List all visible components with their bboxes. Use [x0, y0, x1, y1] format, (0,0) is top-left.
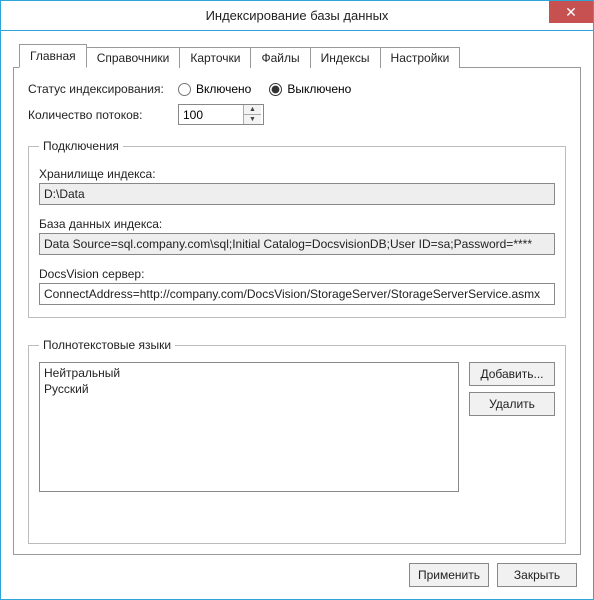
tab-indexes[interactable]: Индексы — [310, 47, 381, 68]
close-icon: ✕ — [565, 5, 577, 19]
tab-settings[interactable]: Настройки — [380, 47, 461, 68]
apply-button[interactable]: Применить — [409, 563, 489, 587]
storage-label: Хранилище индекса: — [39, 167, 555, 181]
status-enabled-radio[interactable] — [178, 83, 191, 96]
tab-page-main: Статус индексирования: Включено Выключен… — [13, 67, 581, 555]
threads-down-icon[interactable]: ▼ — [244, 115, 261, 124]
status-radios: Включено Выключено — [178, 82, 351, 96]
remove-language-button[interactable]: Удалить — [469, 392, 555, 416]
languages-buttons: Добавить... Удалить — [469, 362, 555, 492]
close-button[interactable]: ✕ — [549, 1, 593, 23]
tab-directories[interactable]: Справочники — [86, 47, 181, 68]
threads-up-icon[interactable]: ▲ — [244, 105, 261, 115]
list-item[interactable]: Нейтральный — [44, 365, 454, 381]
status-label: Статус индексирования: — [28, 82, 178, 96]
close-dialog-button[interactable]: Закрыть — [497, 563, 577, 587]
server-label: DocsVision сервер: — [39, 267, 555, 281]
connections-legend: Подключения — [39, 139, 123, 153]
threads-label: Количество потоков: — [28, 108, 178, 122]
db-label: База данных индекса: — [39, 217, 555, 231]
row-threads: Количество потоков: ▲ ▼ — [28, 104, 566, 125]
list-item[interactable]: Русский — [44, 381, 454, 397]
status-enabled-label: Включено — [196, 82, 251, 96]
client-area: Главная Справочники Карточки Файлы Индек… — [1, 31, 593, 599]
server-input[interactable] — [39, 283, 555, 305]
status-disabled-label: Выключено — [287, 82, 351, 96]
storage-input[interactable] — [39, 183, 555, 205]
languages-group: Полнотекстовые языки Нейтральный Русский… — [28, 338, 566, 544]
dialog-window: Индексирование базы данных ✕ Главная Спр… — [0, 0, 594, 600]
languages-legend: Полнотекстовые языки — [39, 338, 175, 352]
connections-group: Подключения Хранилище индекса: База данн… — [28, 139, 566, 318]
window-title: Индексирование базы данных — [1, 8, 593, 23]
threads-spinner[interactable]: ▲ ▼ — [178, 104, 264, 125]
add-language-button[interactable]: Добавить... — [469, 362, 555, 386]
threads-input[interactable] — [179, 105, 243, 124]
title-bar: Индексирование базы данных ✕ — [1, 1, 593, 31]
tab-files[interactable]: Файлы — [250, 47, 310, 68]
tab-main[interactable]: Главная — [19, 44, 87, 68]
db-input[interactable] — [39, 233, 555, 255]
status-disabled-option[interactable]: Выключено — [269, 82, 351, 96]
languages-listbox[interactable]: Нейтральный Русский — [39, 362, 459, 492]
tab-cards[interactable]: Карточки — [179, 47, 251, 68]
status-enabled-option[interactable]: Включено — [178, 82, 251, 96]
bottom-bar: Применить Закрыть — [13, 555, 581, 591]
status-disabled-radio[interactable] — [269, 83, 282, 96]
threads-arrows: ▲ ▼ — [243, 105, 261, 124]
languages-body: Нейтральный Русский Добавить... Удалить — [39, 362, 555, 492]
tab-strip: Главная Справочники Карточки Файлы Индек… — [19, 43, 581, 67]
row-status: Статус индексирования: Включено Выключен… — [28, 82, 566, 96]
